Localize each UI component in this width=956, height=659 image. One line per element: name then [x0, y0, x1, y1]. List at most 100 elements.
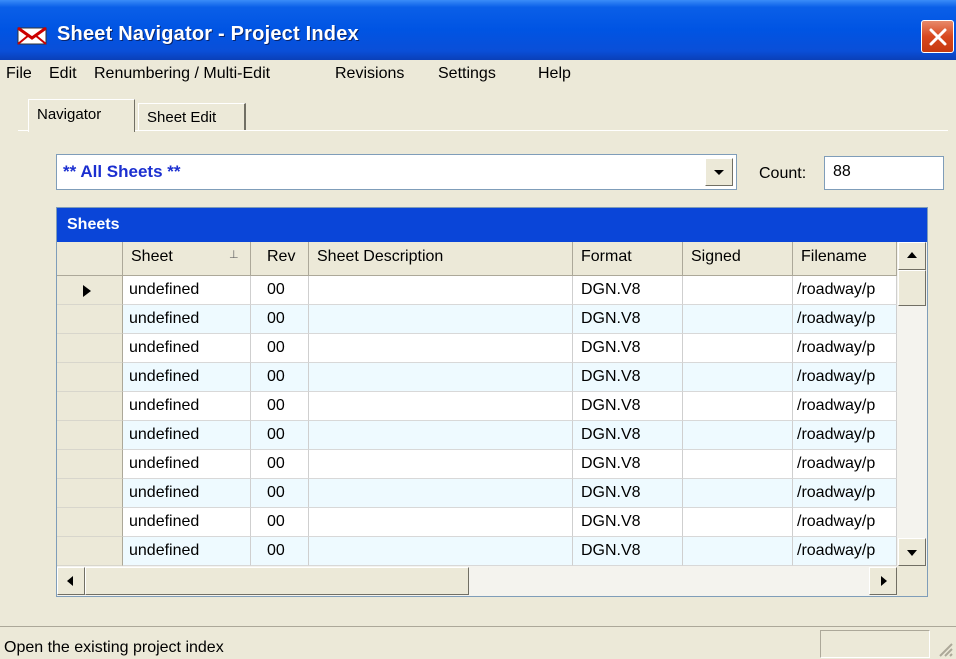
column-header-signed[interactable]: Signed — [683, 242, 793, 276]
title-bar[interactable]: Sheet Navigator - Project Index — [0, 0, 956, 60]
cell-description[interactable] — [309, 305, 573, 334]
cell-rev[interactable]: 00 — [251, 508, 309, 537]
cell-filename[interactable]: /roadway/p — [793, 276, 897, 305]
table-row[interactable]: undefined 00 DGN.V8/roadway/p — [57, 276, 897, 305]
cell-format[interactable]: DGN.V8 — [573, 508, 683, 537]
cell-filename[interactable]: /roadway/p — [793, 363, 897, 392]
row-selector[interactable] — [57, 421, 123, 450]
cell-signed[interactable] — [683, 479, 793, 508]
cell-filename[interactable]: /roadway/p — [793, 537, 897, 566]
cell-description[interactable] — [309, 421, 573, 450]
cell-rev[interactable]: 00 — [251, 276, 309, 305]
cell-rev[interactable]: 00 — [251, 421, 309, 450]
cell-rev[interactable]: 00 — [251, 305, 309, 334]
menu-help[interactable]: Help — [538, 65, 571, 83]
cell-signed[interactable] — [683, 276, 793, 305]
cell-description[interactable] — [309, 334, 573, 363]
cell-format[interactable]: DGN.V8 — [573, 479, 683, 508]
cell-description[interactable] — [309, 479, 573, 508]
cell-format[interactable]: DGN.V8 — [573, 450, 683, 479]
cell-signed[interactable] — [683, 450, 793, 479]
cell-format[interactable]: DGN.V8 — [573, 363, 683, 392]
horizontal-scrollbar[interactable] — [57, 566, 897, 596]
row-selector[interactable] — [57, 479, 123, 508]
cell-sheet[interactable]: undefined — [123, 305, 251, 334]
scroll-left-button[interactable] — [57, 567, 85, 595]
cell-sheet[interactable]: undefined — [123, 334, 251, 363]
cell-filename[interactable]: /roadway/p — [793, 450, 897, 479]
table-row[interactable]: undefined 00 DGN.V8/roadway/p — [57, 537, 897, 566]
cell-rev[interactable]: 00 — [251, 334, 309, 363]
cell-sheet[interactable]: undefined — [123, 363, 251, 392]
close-button[interactable] — [921, 20, 954, 53]
cell-format[interactable]: DGN.V8 — [573, 421, 683, 450]
cell-description[interactable] — [309, 508, 573, 537]
cell-description[interactable] — [309, 450, 573, 479]
table-row[interactable]: undefined 00 DGN.V8/roadway/p — [57, 450, 897, 479]
sheet-filter-dropdown[interactable]: ** All Sheets ** — [56, 154, 737, 190]
cell-sheet[interactable]: undefined — [123, 537, 251, 566]
row-selector[interactable] — [57, 537, 123, 566]
cell-format[interactable]: DGN.V8 — [573, 392, 683, 421]
cell-signed[interactable] — [683, 334, 793, 363]
table-row[interactable]: undefined 00 DGN.V8/roadway/p — [57, 363, 897, 392]
cell-filename[interactable]: /roadway/p — [793, 421, 897, 450]
cell-sheet[interactable]: undefined — [123, 392, 251, 421]
cell-description[interactable] — [309, 276, 573, 305]
menu-file[interactable]: File — [6, 65, 32, 83]
cell-sheet[interactable]: undefined — [123, 421, 251, 450]
cell-filename[interactable]: /roadway/p — [793, 305, 897, 334]
row-selector[interactable] — [57, 508, 123, 537]
size-grip-icon[interactable] — [934, 638, 954, 658]
menu-edit[interactable]: Edit — [49, 65, 77, 83]
cell-description[interactable] — [309, 363, 573, 392]
cell-signed[interactable] — [683, 392, 793, 421]
column-header-format[interactable]: Format — [573, 242, 683, 276]
cell-signed[interactable] — [683, 537, 793, 566]
cell-rev[interactable]: 00 — [251, 479, 309, 508]
cell-signed[interactable] — [683, 363, 793, 392]
cell-filename[interactable]: /roadway/p — [793, 479, 897, 508]
table-row[interactable]: undefined 00 DGN.V8/roadway/p — [57, 421, 897, 450]
row-selector[interactable] — [57, 276, 123, 305]
cell-format[interactable]: DGN.V8 — [573, 276, 683, 305]
cell-sheet[interactable]: undefined — [123, 276, 251, 305]
scroll-up-button[interactable] — [898, 242, 926, 270]
table-row[interactable]: undefined 00 DGN.V8/roadway/p — [57, 334, 897, 363]
cell-description[interactable] — [309, 537, 573, 566]
menu-renumbering[interactable]: Renumbering / Multi-Edit — [94, 65, 270, 83]
table-row[interactable]: undefined 00 DGN.V8/roadway/p — [57, 392, 897, 421]
vertical-scroll-thumb[interactable] — [898, 270, 926, 306]
scroll-down-button[interactable] — [898, 538, 926, 566]
menu-settings[interactable]: Settings — [438, 65, 496, 83]
table-row[interactable]: undefined 00 DGN.V8/roadway/p — [57, 479, 897, 508]
cell-format[interactable]: DGN.V8 — [573, 334, 683, 363]
row-selector[interactable] — [57, 363, 123, 392]
cell-rev[interactable]: 00 — [251, 392, 309, 421]
cell-format[interactable]: DGN.V8 — [573, 305, 683, 334]
row-selector[interactable] — [57, 334, 123, 363]
table-row[interactable]: undefined 00 DGN.V8/roadway/p — [57, 508, 897, 537]
table-row[interactable]: undefined 00 DGN.V8/roadway/p — [57, 305, 897, 334]
row-selector[interactable] — [57, 305, 123, 334]
tab-sheet-edit[interactable]: Sheet Edit — [138, 103, 246, 130]
horizontal-scroll-thumb[interactable] — [85, 567, 469, 595]
cell-description[interactable] — [309, 392, 573, 421]
column-header-sheet[interactable]: Sheet ⊥ — [123, 242, 251, 276]
dropdown-button[interactable] — [705, 158, 733, 186]
cell-rev[interactable]: 00 — [251, 450, 309, 479]
cell-signed[interactable] — [683, 421, 793, 450]
cell-sheet[interactable]: undefined — [123, 479, 251, 508]
cell-filename[interactable]: /roadway/p — [793, 334, 897, 363]
cell-rev[interactable]: 00 — [251, 537, 309, 566]
scroll-right-button[interactable] — [869, 567, 897, 595]
cell-filename[interactable]: /roadway/p — [793, 392, 897, 421]
cell-rev[interactable]: 00 — [251, 363, 309, 392]
cell-sheet[interactable]: undefined — [123, 450, 251, 479]
column-header-filename[interactable]: Filename — [793, 242, 897, 276]
column-header-rev[interactable]: Rev — [251, 242, 309, 276]
cell-format[interactable]: DGN.V8 — [573, 537, 683, 566]
column-header-description[interactable]: Sheet Description — [309, 242, 573, 276]
tab-navigator[interactable]: Navigator — [28, 99, 135, 132]
cell-signed[interactable] — [683, 305, 793, 334]
